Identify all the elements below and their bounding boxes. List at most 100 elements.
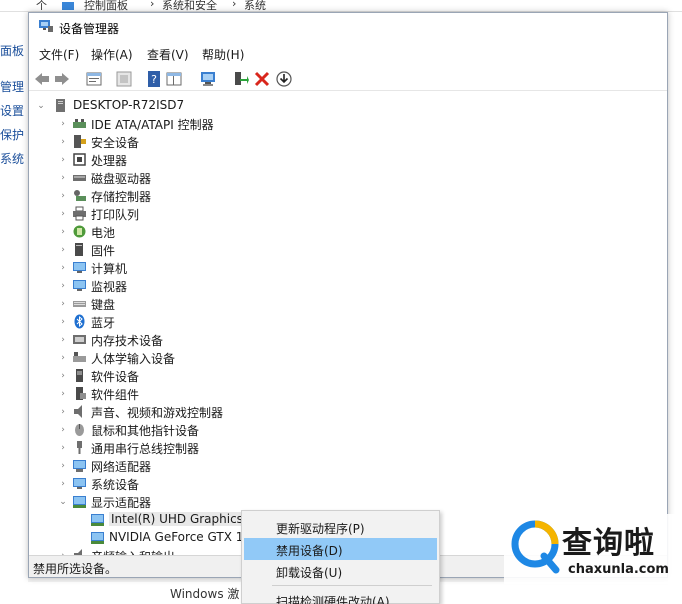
tree-category[interactable]: › 人体学输入设备: [29, 349, 667, 367]
chevron-right-icon[interactable]: ›: [58, 334, 68, 346]
tree-root[interactable]: ⌄ DESKTOP-R72ISD7: [29, 97, 667, 115]
background-breadcrumb: 个 控制面板 › 系统和安全 › 系统: [0, 0, 682, 12]
chevron-right-icon[interactable]: ›: [58, 388, 68, 400]
computer-icon: [73, 262, 86, 273]
chevron-right-icon[interactable]: ›: [58, 460, 68, 472]
properties-window-icon[interactable]: [85, 70, 103, 88]
tree-category-expanded[interactable]: ⌄ 显示适配器: [29, 493, 667, 511]
memory-icon: [73, 335, 86, 344]
side-link[interactable]: 保护: [0, 126, 24, 143]
chevron-right-icon[interactable]: ›: [58, 298, 68, 310]
display-adapter-icon: [91, 532, 104, 544]
show-hidden-icon[interactable]: [115, 70, 133, 88]
chevron-right-icon[interactable]: ›: [58, 244, 68, 256]
tree-category[interactable]: › 软件设备: [29, 367, 667, 385]
chevron-down-icon[interactable]: ⌄: [36, 100, 46, 112]
chevron-right-icon[interactable]: ›: [58, 136, 68, 148]
side-link[interactable]: 系统: [0, 150, 24, 167]
tree-category[interactable]: › 软件组件: [29, 385, 667, 403]
menu-update-driver[interactable]: 更新驱动程序(P): [244, 516, 437, 538]
tree-category[interactable]: › 系统设备: [29, 475, 667, 493]
chevron-right-icon[interactable]: ›: [58, 406, 68, 418]
download-driver-icon[interactable]: [275, 70, 293, 88]
tree-category[interactable]: › 内存技术设备: [29, 331, 667, 349]
update-driver-icon[interactable]: [231, 70, 249, 88]
tree-category[interactable]: › 磁盘驱动器: [29, 169, 667, 187]
tree-category[interactable]: › 通用串行总线控制器: [29, 439, 667, 457]
back-arrow-icon[interactable]: [33, 70, 51, 88]
tree-category[interactable]: › 固件: [29, 241, 667, 259]
printer-icon: [73, 206, 86, 221]
network-adapter-icon: [73, 460, 86, 472]
storage-controller-icon: [74, 190, 86, 201]
tree-category-label: 内存技术设备: [91, 334, 164, 348]
tree-category[interactable]: › 键盘: [29, 295, 667, 313]
chaxunla-logo-icon: [511, 520, 560, 574]
chevron-right-icon[interactable]: ›: [58, 478, 68, 490]
tree-category[interactable]: › 电池: [29, 223, 667, 241]
chevron-right-icon[interactable]: ›: [58, 262, 68, 274]
chevron-right-icon[interactable]: ›: [58, 190, 68, 202]
chevron-right-icon[interactable]: ›: [58, 172, 68, 184]
tree-category[interactable]: › 声音、视频和游戏控制器: [29, 403, 667, 421]
uninstall-x-icon[interactable]: [253, 70, 271, 88]
chevron-right-icon[interactable]: ›: [58, 154, 68, 166]
menu-uninstall-device[interactable]: 卸载设备(U): [244, 560, 437, 582]
menu-file[interactable]: 文件(F): [39, 44, 79, 65]
scan-hardware-icon[interactable]: [199, 70, 217, 88]
help-icon[interactable]: ?: [145, 70, 163, 88]
tree-category[interactable]: › 处理器: [29, 151, 667, 169]
side-link[interactable]: 面板: [0, 42, 24, 59]
menu-help[interactable]: 帮助(H): [202, 44, 244, 65]
disk-drive-icon: [73, 175, 86, 181]
tree-category-label: 监视器: [91, 280, 128, 294]
tree-category[interactable]: › 打印队列: [29, 205, 667, 223]
tree-category[interactable]: › 监视器: [29, 277, 667, 295]
monitor-icon: [73, 280, 86, 291]
tree-category-label: 系统设备: [91, 478, 140, 492]
menu-scan-hardware[interactable]: 扫描检测硬件改动(A): [244, 589, 437, 604]
tree-category[interactable]: › 安全设备: [29, 133, 667, 151]
chevron-right-icon[interactable]: ›: [58, 352, 68, 364]
chevron-right-icon[interactable]: ›: [58, 280, 68, 292]
tree-category-label: 固件: [91, 244, 116, 258]
chevron-right-icon[interactable]: ›: [58, 226, 68, 238]
tree-device-label: NVIDIA GeForce GTX 10: [109, 530, 251, 544]
tree-category[interactable]: › IDE ATA/ATAPI 控制器: [29, 115, 667, 133]
battery-icon: [73, 225, 86, 238]
background-sidebar: 面板 管理 设置 保护 系统: [0, 12, 28, 604]
tree-category-label: 处理器: [91, 154, 128, 168]
chevron-right-icon[interactable]: ›: [58, 424, 68, 436]
svg-text:?: ?: [151, 73, 157, 86]
tree-category[interactable]: › 计算机: [29, 259, 667, 277]
chevron-down-icon[interactable]: ⌄: [58, 496, 68, 508]
tree-category[interactable]: › 鼠标和其他指针设备: [29, 421, 667, 439]
chevron-right-icon[interactable]: ›: [58, 442, 68, 454]
side-link[interactable]: 管理: [0, 78, 24, 95]
title-bar[interactable]: 设备管理器: [29, 13, 667, 41]
menu-view[interactable]: 查看(V): [147, 44, 189, 65]
chevron-right-icon[interactable]: ›: [58, 316, 68, 328]
watermark: 查询啦 chaxunla.com: [504, 514, 682, 584]
tree-category[interactable]: › 蓝牙: [29, 313, 667, 331]
display-adapter-icon: [91, 514, 104, 526]
security-device-icon: [74, 135, 86, 148]
forward-arrow-icon[interactable]: [53, 70, 71, 88]
tree-category[interactable]: › 存储控制器: [29, 187, 667, 205]
context-menu: 更新驱动程序(P) 禁用设备(D) 卸载设备(U) 扫描检测硬件改动(A): [241, 510, 440, 604]
chevron-right-icon[interactable]: ›: [58, 370, 68, 382]
chevron-right-icon[interactable]: ›: [58, 118, 68, 130]
side-link[interactable]: 设置: [0, 102, 24, 119]
breadcrumb-sep-icon: ›: [150, 0, 155, 10]
tree-category[interactable]: › 网络适配器: [29, 457, 667, 475]
tree-category-label: 软件组件: [91, 388, 140, 402]
chevron-right-icon[interactable]: ›: [58, 208, 68, 220]
window-title: 设备管理器: [59, 22, 120, 36]
windows-activation-text: Windows 激: [170, 587, 240, 601]
watermark-cn: 查询啦: [562, 526, 655, 561]
device-manager-window: 设备管理器 文件(F) 操作(A) 查看(V) 帮助(H) ? ⌄ DESKTO…: [28, 12, 668, 578]
menu-action[interactable]: 操作(A): [91, 44, 133, 65]
view-pane-icon[interactable]: [165, 70, 183, 88]
tree-category-label: 软件设备: [91, 370, 140, 384]
menu-disable-device[interactable]: 禁用设备(D): [244, 538, 437, 560]
